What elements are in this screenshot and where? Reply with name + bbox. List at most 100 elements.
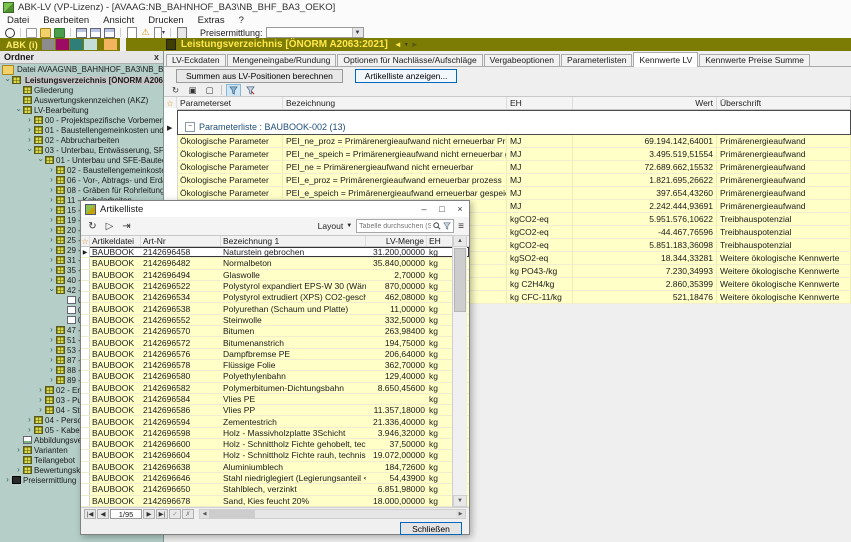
article-row[interactable]: BAUBOOK2142696598Holz - Massivholzplatte… bbox=[81, 428, 469, 439]
last-record-button[interactable]: ▶| bbox=[156, 509, 168, 519]
print-icon[interactable] bbox=[126, 28, 137, 37]
chevron-right-icon[interactable]: › bbox=[47, 206, 56, 214]
menu-item-drucken[interactable]: Drucken bbox=[141, 15, 190, 26]
chevron-right-icon[interactable]: › bbox=[47, 356, 56, 364]
article-row[interactable]: BAUBOOK2142696600Holz - Schnittholz Fich… bbox=[81, 439, 469, 450]
menu-item-ansicht[interactable]: Ansicht bbox=[96, 15, 141, 26]
chevron-right-icon[interactable]: › bbox=[47, 216, 56, 224]
enter-folder-icon[interactable] bbox=[54, 28, 65, 37]
scrollbar-thumb[interactable] bbox=[454, 248, 466, 312]
chevron-right-icon[interactable]: › bbox=[25, 416, 34, 424]
article-row[interactable]: BAUBOOK2142696578Flüssige Folie362,70000… bbox=[81, 360, 469, 371]
column-header-bezeichnung1[interactable]: Bezeichnung 1 bbox=[221, 236, 366, 246]
chevron-right-icon[interactable]: › bbox=[4, 76, 12, 85]
menu-icon[interactable]: ≡ bbox=[458, 221, 464, 232]
file-node[interactable]: Datei AVAAG\NB_BAHNHOF_BA3\NB_BHF_BA3_OE bbox=[0, 64, 163, 75]
article-row[interactable]: ▶BAUBOOK2142696458Naturstein gebrochen31… bbox=[81, 247, 469, 258]
window-split-icon[interactable] bbox=[90, 28, 101, 37]
tree-item-08-gräben-für-rohrleitungen-un[interactable]: ›08 - Gräben für Rohrleitungen un bbox=[0, 185, 163, 195]
column-header-ueberschrift[interactable]: Überschrift bbox=[717, 97, 851, 109]
chevron-down-icon[interactable]: ▼ bbox=[404, 42, 409, 48]
scroll-left-icon[interactable]: ◀ bbox=[200, 510, 209, 518]
chevron-right-icon[interactable]: › bbox=[47, 186, 56, 194]
chevron-right-icon[interactable]: › bbox=[15, 106, 23, 115]
horizontal-scrollbar[interactable]: ◀ ▶ bbox=[199, 509, 466, 519]
tab-parameterlisten[interactable]: Parameterlisten bbox=[561, 54, 633, 66]
column-header-wert[interactable]: Wert bbox=[573, 97, 717, 109]
tree-item-leistungsverzeichnis-önorm-a2063-2021[interactable]: ›Leistungsverzeichnis [ÖNORM A2063:2021] bbox=[0, 75, 163, 85]
cancel-icon[interactable]: ✗ bbox=[182, 509, 194, 519]
refresh-icon[interactable]: ↻ bbox=[86, 221, 99, 232]
tree-item-03-unterbau-entwässerung-sfe-baut[interactable]: ›03 - Unterbau, Entwässerung, SFE-Baut bbox=[0, 145, 163, 155]
tree-item-auswertungskennzeichen-akz[interactable]: Auswertungskennzeichen (AKZ) bbox=[0, 95, 163, 105]
article-row[interactable]: BAUBOOK2142696646Stahl niedriglegiert (L… bbox=[81, 473, 469, 484]
chevron-right-icon[interactable]: › bbox=[47, 376, 56, 384]
chevron-right-icon[interactable]: › bbox=[47, 166, 56, 174]
menu-item-extras[interactable]: Extras bbox=[191, 15, 232, 26]
warning-icon[interactable]: ⚠ bbox=[140, 28, 151, 37]
chevron-right-icon[interactable]: › bbox=[25, 116, 34, 124]
column-header-eh[interactable]: EH bbox=[427, 236, 454, 246]
search-input[interactable] bbox=[359, 223, 431, 230]
search-filter-icon[interactable] bbox=[443, 222, 451, 230]
column-header-parameterset[interactable]: Parameterset bbox=[177, 97, 283, 109]
expand-all-icon[interactable]: ▢ bbox=[202, 84, 217, 97]
chevron-right-icon[interactable]: › bbox=[36, 386, 45, 394]
accept-icon[interactable]: ✓ bbox=[169, 509, 181, 519]
column-header-lvmenge[interactable]: LV-Menge bbox=[366, 236, 427, 246]
parameter-row[interactable]: Ökologische ParameterPEI_ne_speich = Pri… bbox=[177, 148, 851, 161]
article-row[interactable]: BAUBOOK2142696522Polystyrol expandiert E… bbox=[81, 281, 469, 292]
chevron-right-icon[interactable]: › bbox=[47, 246, 56, 254]
dialog-title-bar[interactable]: Artikelliste – □ × bbox=[81, 201, 469, 217]
column-header-bezeichnung[interactable]: Bezeichnung bbox=[283, 97, 507, 109]
table-search-box[interactable] bbox=[356, 219, 454, 233]
parameter-group-row[interactable]: − Parameterliste : BAUBOOK-002 (13) bbox=[177, 110, 851, 135]
chevron-right-icon[interactable]: › bbox=[47, 326, 56, 334]
chevron-right-icon[interactable]: › bbox=[36, 396, 45, 404]
article-row[interactable]: BAUBOOK2142696594Zementestrich21.336,400… bbox=[81, 416, 469, 427]
chevron-right-icon[interactable]: › bbox=[47, 226, 56, 234]
tree-item-gliederung[interactable]: Gliederung bbox=[0, 85, 163, 95]
clipboard-icon[interactable] bbox=[176, 28, 187, 37]
column-header-artnr[interactable]: Art-Nr bbox=[141, 236, 221, 246]
collapse-all-icon[interactable]: ▣ bbox=[185, 84, 200, 97]
power-icon[interactable] bbox=[4, 28, 15, 37]
column-header-artikeldatei[interactable]: Artikeldatei bbox=[90, 236, 141, 246]
first-record-button[interactable]: |◀ bbox=[84, 509, 96, 519]
scroll-right-icon[interactable]: ▶ bbox=[456, 510, 465, 518]
article-row[interactable]: BAUBOOK2142696678Sand, Kies feucht 20%18… bbox=[81, 496, 469, 507]
chevron-right-icon[interactable]: › bbox=[37, 156, 45, 165]
tab-kennwerte-lv[interactable]: Kennwerte LV bbox=[633, 52, 698, 67]
preisermittlung-combobox[interactable]: ▼ bbox=[266, 27, 364, 38]
chevron-right-icon[interactable]: › bbox=[3, 476, 12, 484]
article-row[interactable]: BAUBOOK2142696604Holz - Schnittholz Fich… bbox=[81, 450, 469, 461]
article-row[interactable]: BAUBOOK2142696580Polyethylenbahn129,4000… bbox=[81, 371, 469, 382]
tree-item-02-baustellengemeinkosten[interactable]: ›02 - Baustellengemeinkosten bbox=[0, 165, 163, 175]
run-icon[interactable]: ▷ bbox=[103, 221, 116, 232]
scrollbar-thumb[interactable] bbox=[209, 510, 255, 518]
parameter-row[interactable]: Ökologische ParameterPEI_ne = Primärener… bbox=[177, 161, 851, 174]
article-row[interactable]: BAUBOOK2142696552Steinwolle332,50000kg bbox=[81, 315, 469, 326]
chevron-right-icon[interactable]: › bbox=[36, 406, 45, 414]
next-record-button[interactable]: ▶ bbox=[143, 509, 155, 519]
export-icon[interactable]: ⇥ bbox=[120, 221, 133, 232]
tab-vergabeoptionen[interactable]: Vergabeoptionen bbox=[484, 54, 560, 66]
vertical-scrollbar[interactable]: ▲ ▼ bbox=[452, 235, 467, 507]
tree-item-06-vor-abtrags-und-erdarbei[interactable]: ›06 - Vor-, Abtrags- und Erdarbei bbox=[0, 175, 163, 185]
window-view-icon[interactable] bbox=[76, 28, 87, 37]
tree-item-01-unterbau-und-sfe-bautechnik[interactable]: ›01 - Unterbau und SFE-Bautechnik bbox=[0, 155, 163, 165]
chevron-right-icon[interactable]: › bbox=[26, 146, 34, 155]
sum-positions-button[interactable]: Summen aus LV-Positionen berechnen bbox=[176, 69, 343, 83]
tab-optionen-für-nachlässe-aufschläge[interactable]: Optionen für Nachlässe/Aufschläge bbox=[337, 54, 482, 66]
article-row[interactable]: BAUBOOK2142696482Normalbeton35.840,00000… bbox=[81, 258, 469, 269]
menu-item-[interactable]: ? bbox=[232, 15, 251, 26]
chevron-right-icon[interactable]: › bbox=[25, 426, 34, 434]
clear-filter-icon[interactable] bbox=[243, 84, 258, 97]
article-row[interactable]: BAUBOOK2142696582Polymerbitumen-Dichtung… bbox=[81, 383, 469, 394]
menu-item-bearbeiten[interactable]: Bearbeiten bbox=[36, 15, 96, 26]
chevron-right-icon[interactable]: › bbox=[14, 466, 23, 474]
refresh-icon[interactable]: ↻ bbox=[168, 84, 183, 97]
maximize-icon[interactable]: □ bbox=[433, 202, 451, 216]
prev-record-button[interactable]: ◀ bbox=[97, 509, 109, 519]
chevron-right-icon[interactable]: › bbox=[25, 126, 34, 134]
